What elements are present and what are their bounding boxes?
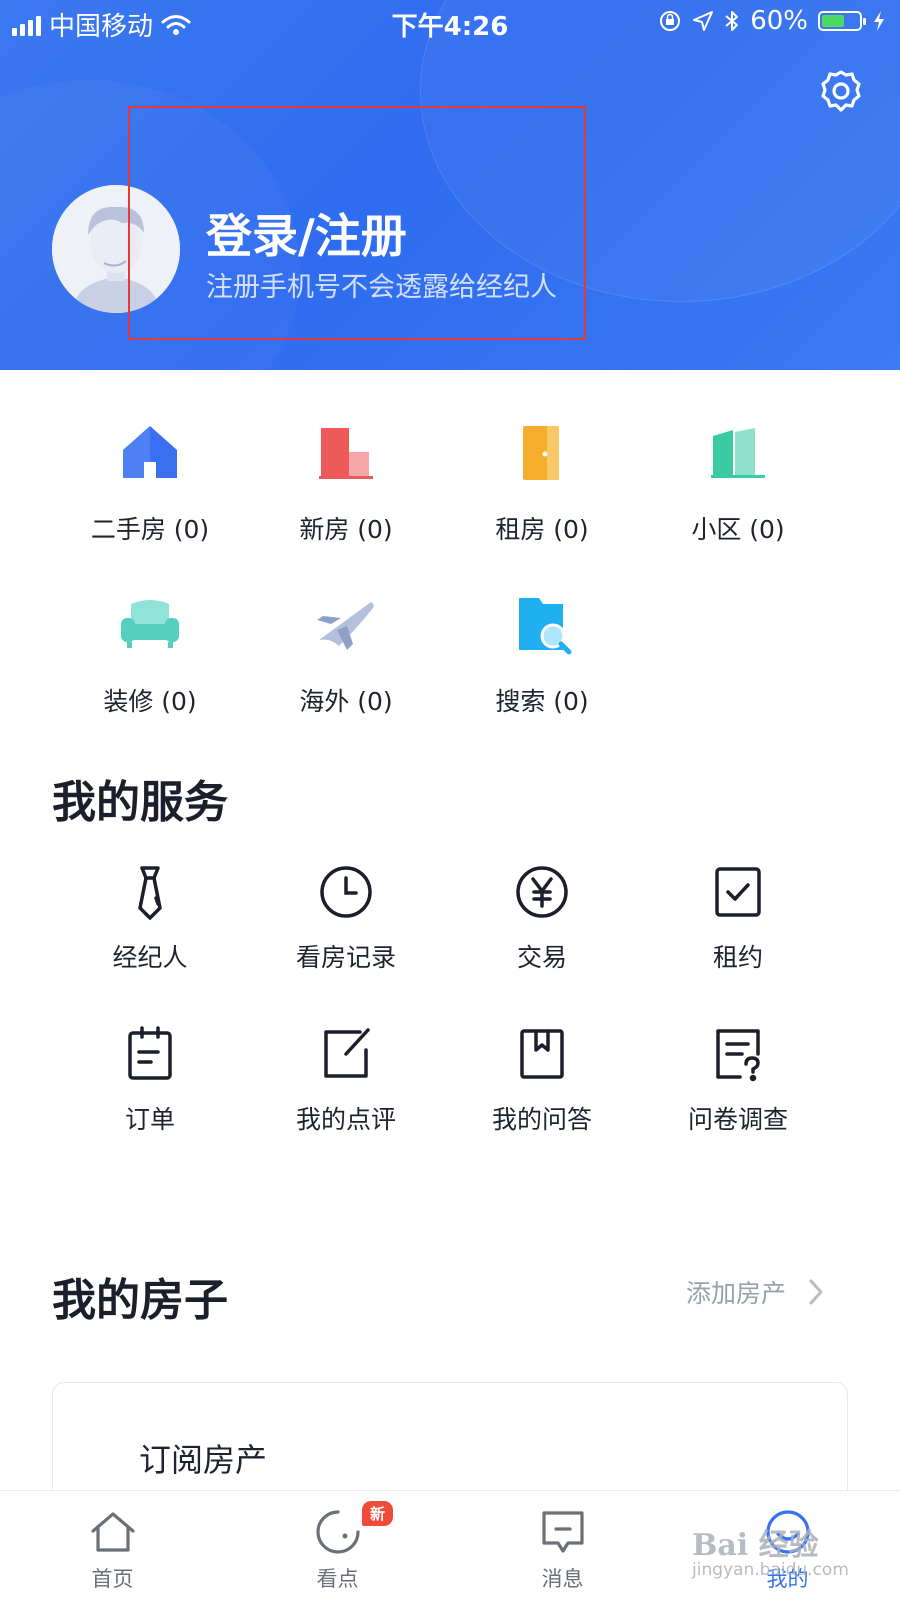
service-my-reviews[interactable]: 我的点评 (246, 1024, 446, 1136)
service-label: 问卷调查 (687, 1105, 788, 1134)
service-label: 租约 (712, 943, 763, 972)
battery-icon (818, 11, 866, 31)
tab-messages[interactable]: 消息 (450, 1491, 675, 1601)
category-label: 新房 (0) (299, 515, 393, 544)
category-label: 装修 (0) (103, 687, 197, 716)
service-my-qa[interactable]: 我的问答 (442, 1024, 642, 1136)
tab-kandian[interactable]: 看点 (225, 1491, 450, 1601)
service-label: 经纪人 (112, 943, 188, 972)
rotation-lock-icon (660, 11, 681, 31)
service-agent[interactable]: 经纪人 (50, 862, 250, 974)
community-icon (711, 428, 765, 478)
service-survey[interactable]: 问卷调查 (638, 1024, 838, 1136)
category-rental[interactable]: 租房 (0) (442, 418, 642, 546)
services-title: 我的服务 (52, 777, 228, 828)
bluetooth-icon (725, 11, 739, 31)
subscribe-card-text: 订阅房产 (139, 1441, 268, 1479)
category-decoration[interactable]: 装修 (0) (50, 590, 250, 718)
checkbox-icon (715, 867, 761, 917)
watermark-brand: Bai 经验 (692, 1528, 819, 1563)
location-icon (693, 11, 714, 31)
tie-icon (138, 866, 162, 920)
category-overseas[interactable]: 海外 (0) (246, 590, 446, 718)
add-property-link[interactable]: 添加房产 (686, 1274, 824, 1310)
kandian-icon (315, 1510, 360, 1554)
clock-icon (320, 866, 372, 918)
category-label: 小区 (0) (691, 515, 785, 544)
service-label: 看房记录 (295, 943, 396, 972)
service-label: 我的点评 (295, 1105, 396, 1134)
category-second-hand[interactable]: 二手房 (0) (50, 418, 250, 546)
sofa-icon (121, 600, 179, 648)
message-icon (541, 1511, 584, 1553)
bookmark-icon (520, 1029, 564, 1079)
service-label: 我的问答 (491, 1105, 592, 1134)
service-orders[interactable]: 订单 (50, 1024, 250, 1136)
battery-percent: 60% (750, 6, 808, 36)
tab-label: 消息 (541, 1567, 584, 1591)
category-label: 海外 (0) (299, 687, 393, 716)
category-label: 租房 (0) (495, 515, 589, 544)
category-community[interactable]: 小区 (0) (638, 418, 838, 546)
gear-icon[interactable] (818, 68, 864, 114)
category-label: 搜索 (0) (495, 687, 589, 716)
clipboard-icon (128, 1026, 172, 1080)
add-property-label: 添加房产 (686, 1279, 787, 1308)
category-new-home[interactable]: 新房 (0) (246, 418, 446, 546)
status-bar: 中国移动 下午4:26 60% (0, 0, 900, 44)
house-title: 我的房子 (52, 1275, 228, 1326)
service-label: 订单 (124, 1105, 175, 1134)
tab-label: 看点 (316, 1567, 359, 1591)
tab-home[interactable]: 首页 (0, 1491, 225, 1601)
new-badge: 新 (362, 1501, 394, 1526)
service-lease[interactable]: 租约 (638, 862, 838, 974)
highlight-box (128, 106, 586, 340)
category-label: 二手房 (0) (90, 515, 210, 544)
watermark-url: jingyan.baidu.com (692, 1560, 849, 1580)
yen-icon (516, 866, 568, 918)
house-icon (123, 426, 177, 478)
door-icon (523, 426, 559, 480)
service-transaction[interactable]: 交易 (442, 862, 642, 974)
tab-label: 首页 (91, 1567, 134, 1591)
category-search[interactable]: 搜索 (0) (442, 590, 642, 718)
charging-icon (874, 11, 884, 31)
airplane-icon (317, 602, 374, 650)
service-viewing-history[interactable]: 看房记录 (246, 862, 446, 974)
home-icon (90, 1512, 135, 1552)
chevron-right-icon (809, 1279, 823, 1305)
service-label: 交易 (516, 943, 567, 972)
building-icon (319, 428, 373, 479)
search-folder-icon (519, 598, 572, 655)
edit-icon (324, 1028, 370, 1078)
survey-icon (716, 1029, 760, 1082)
watermark: Bai 经验 jingyan.baidu.com (692, 1520, 849, 1580)
status-right: 60% (658, 6, 886, 36)
